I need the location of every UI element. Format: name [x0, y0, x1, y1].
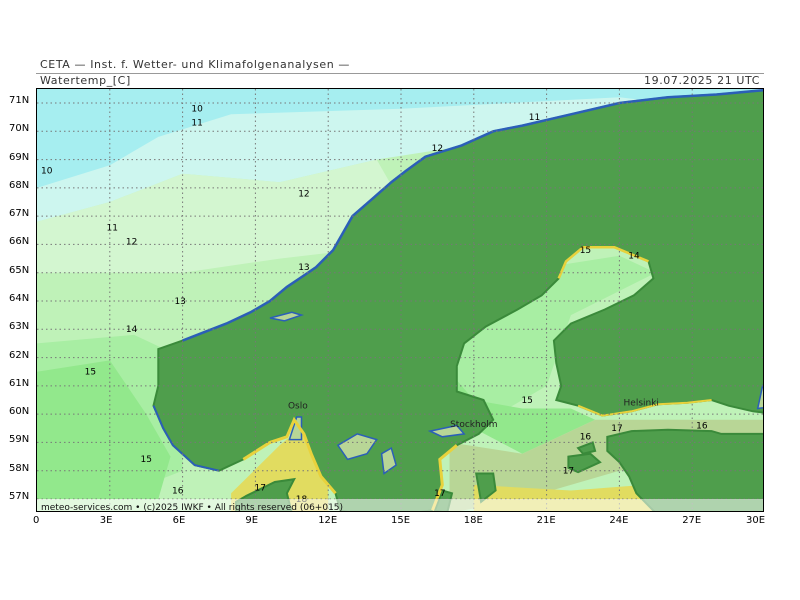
isotherm-label: 16 — [172, 486, 184, 496]
lon-tick-label: 21E — [536, 515, 556, 526]
map-frame: 1011101211121313141515161718121115141516… — [36, 88, 764, 512]
isotherm-label: 14 — [628, 252, 640, 262]
isotherm-label: 15 — [580, 246, 591, 256]
isotherm-label: 17 — [434, 489, 445, 499]
isotherm-label: 11 — [529, 113, 540, 123]
lon-tick-label: 9E — [245, 515, 259, 526]
lon-tick-label: 0 — [33, 515, 40, 526]
credit-text: meteo-services.com • (c)2025 IWKF • All … — [41, 503, 343, 512]
city-label: Oslo — [288, 401, 308, 411]
parameter-label: Watertemp_[C] — [40, 74, 131, 87]
lon-tick-label: 15E — [391, 515, 411, 526]
lon-tick-label: 6E — [172, 515, 186, 526]
isotherm-label: 12 — [298, 189, 309, 199]
lat-tick-label: 68N — [9, 179, 30, 191]
isotherm-label: 13 — [174, 297, 185, 307]
isotherm-label: 12 — [126, 237, 137, 247]
lat-tick-label: 57N — [9, 491, 30, 502]
isotherm-label: 14 — [126, 325, 138, 335]
isotherm-label: 12 — [432, 144, 443, 154]
isotherm-label: 15 — [521, 396, 532, 406]
isotherm-label: 16 — [696, 421, 708, 431]
city-label: Helsinki — [624, 399, 659, 409]
isotherm-label: 11 — [107, 223, 118, 233]
isotherm-label: 17 — [255, 484, 266, 494]
lat-tick-label: 63N — [9, 321, 30, 333]
lat-tick-label: 58N — [9, 462, 30, 474]
lon-tick-label: 12E — [318, 515, 338, 526]
isotherm-label: 15 — [140, 455, 151, 465]
isotherm-label: 15 — [85, 368, 96, 378]
isotherm-label: 16 — [580, 433, 592, 443]
lat-tick-label: 62N — [9, 349, 30, 361]
lat-tick-label: 59N — [9, 434, 30, 446]
lon-tick-label: 3E — [99, 515, 113, 526]
water-temperature-map: 1011101211121313141515161718121115141516… — [37, 89, 763, 512]
isotherm-label: 10 — [41, 167, 53, 177]
header-rule — [36, 73, 764, 74]
lat-tick-label: 67N — [9, 208, 30, 220]
lat-tick-label: 66N — [9, 236, 30, 248]
isotherm-label: 13 — [298, 263, 309, 273]
lat-tick-label: 70N — [9, 123, 30, 135]
lat-tick-label: 71N — [9, 95, 30, 106]
lon-tick-label: 24E — [609, 515, 629, 526]
lat-tick-label: 60N — [9, 406, 30, 418]
institute-header: CETA — Inst. f. Wetter- und Klimafolgena… — [40, 58, 350, 71]
lon-tick-label: 18E — [463, 515, 483, 526]
lat-tick-label: 61N — [9, 377, 30, 389]
isotherm-label: 17 — [611, 424, 622, 434]
lon-tick-label: 27E — [682, 515, 702, 526]
lon-tick-label: 30E — [746, 515, 766, 526]
isotherm-label: 11 — [191, 119, 202, 129]
city-label: Stockholm — [450, 420, 497, 430]
lat-tick-label: 64N — [9, 293, 30, 304]
valid-time: 19.07.2025 21 UTC — [644, 74, 760, 87]
isotherm-label: 10 — [191, 104, 203, 114]
lat-tick-label: 65N — [9, 264, 30, 276]
isotherm-label: 17 — [563, 467, 574, 477]
lat-tick-label: 69N — [9, 151, 30, 163]
